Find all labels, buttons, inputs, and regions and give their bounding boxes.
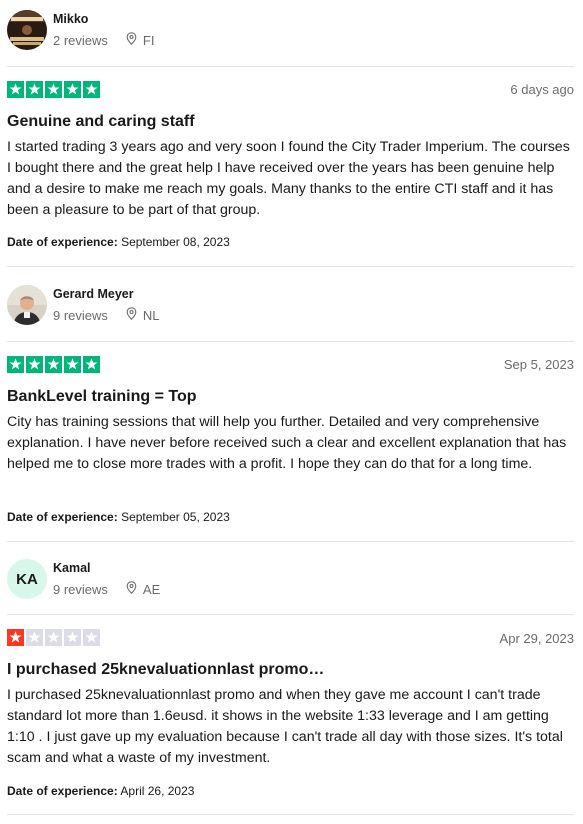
location-pin-icon [126, 32, 137, 48]
review-body: City has training sessions that will hel… [7, 414, 567, 472]
review-title[interactable]: Genuine and caring staff [7, 112, 195, 132]
location-pin-icon [126, 307, 137, 323]
star-icon [7, 81, 24, 98]
divider [7, 266, 574, 267]
review-date: 6 days ago [510, 82, 574, 97]
star-icon [26, 81, 43, 98]
star-icon [83, 629, 100, 646]
date-of-experience: Date of experience: April 26, 2023 [7, 784, 194, 799]
reviewer-info[interactable]: KA Kamal 9 reviews AE [7, 559, 160, 599]
avatar[interactable]: KA [7, 559, 47, 599]
star-icon [26, 356, 43, 373]
divider [7, 814, 574, 815]
avatar[interactable] [7, 10, 47, 50]
date-of-experience: Date of experience: September 08, 2023 [7, 235, 230, 250]
reviewer-name[interactable]: Gerard Meyer [53, 287, 160, 302]
location-pin-icon [126, 581, 137, 597]
star-icon [26, 629, 43, 646]
date-of-experience-label: Date of experience: [7, 510, 118, 524]
divider [7, 541, 574, 542]
star-icon [83, 81, 100, 98]
date-of-experience-value: September 08, 2023 [121, 235, 230, 249]
date-of-experience-label: Date of experience: [7, 235, 118, 249]
reviewer-country: FI [142, 32, 155, 48]
review-title[interactable]: BankLevel training = Top [7, 387, 197, 407]
reviewer-name[interactable]: Kamal [53, 561, 160, 576]
star-icon [64, 81, 81, 98]
date-of-experience: Date of experience: September 05, 2023 [7, 510, 230, 525]
star-rating [7, 81, 102, 98]
star-icon [45, 356, 62, 373]
review-body: I purchased 25knevaluationnlast promo an… [7, 687, 563, 766]
star-icon [83, 356, 100, 373]
reviewer-country: NL [142, 307, 160, 323]
star-rating [7, 629, 102, 646]
reviewer-name[interactable]: Mikko [53, 12, 154, 27]
divider [7, 66, 574, 67]
review-date: Apr 29, 2023 [499, 631, 574, 646]
review-count: 9 reviews [53, 307, 108, 323]
star-icon [7, 629, 24, 646]
star-icon [64, 629, 81, 646]
star-rating [7, 356, 102, 373]
review-count: 2 reviews [53, 32, 108, 48]
star-icon [45, 81, 62, 98]
star-icon [7, 356, 24, 373]
review-date: Sep 5, 2023 [503, 357, 574, 372]
date-of-experience-value: April 26, 2023 [120, 784, 195, 798]
reviewer-country: AE [142, 581, 161, 597]
reviewer-info[interactable]: Mikko 2 reviews FI [7, 10, 154, 50]
reviewer-info[interactable]: Gerard Meyer 9 reviews NL [7, 285, 160, 325]
review-title[interactable]: I purchased 25knevaluationnlast promo… [7, 660, 324, 680]
date-of-experience-value: September 05, 2023 [121, 510, 230, 524]
review-body: I started trading 3 years ago and very s… [7, 139, 570, 218]
star-icon [64, 356, 81, 373]
review-count: 9 reviews [53, 581, 108, 597]
divider [7, 341, 574, 342]
avatar[interactable] [7, 285, 47, 325]
date-of-experience-label: Date of experience: [7, 784, 118, 798]
divider [7, 614, 574, 615]
star-icon [45, 629, 62, 646]
